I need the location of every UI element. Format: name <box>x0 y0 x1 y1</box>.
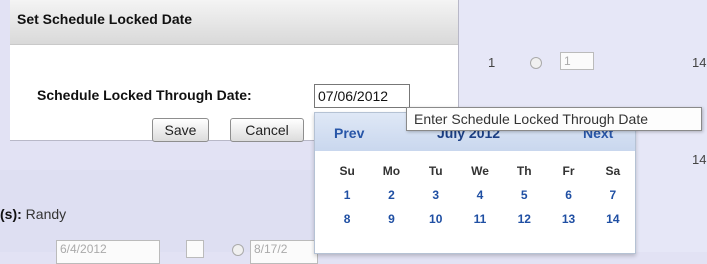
weekday-monday: Mo <box>382 164 401 178</box>
calendar-prev-link[interactable]: Prev <box>334 125 364 141</box>
owners-label-key: (s): <box>0 206 22 222</box>
row-radio[interactable] <box>530 57 542 69</box>
calendar-week-row: 8 9 10 11 12 13 14 <box>325 207 635 231</box>
weekday-header-row: Su Mo Tu We Th Fr Sa <box>325 159 635 183</box>
bottom-radio[interactable] <box>232 244 244 256</box>
row2-right-value: 14 <box>692 152 707 167</box>
row-right-value: 14 <box>692 55 707 70</box>
calendar-day[interactable]: 7 <box>591 183 635 207</box>
weekday-saturday: Sa <box>605 164 621 178</box>
calendar-day[interactable]: 5 <box>502 183 546 207</box>
calendar-day[interactable]: 10 <box>414 207 458 231</box>
dialog-title: Set Schedule Locked Date <box>17 11 193 27</box>
weekday-sunday: Su <box>339 164 355 178</box>
calendar-day[interactable]: 6 <box>546 183 590 207</box>
calendar-day[interactable]: 1 <box>325 183 369 207</box>
bottom-checkbox[interactable] <box>186 240 204 258</box>
calendar-day[interactable]: 2 <box>369 183 413 207</box>
calendar-day[interactable]: 14 <box>591 207 635 231</box>
calendar-day[interactable]: 3 <box>414 183 458 207</box>
bottom-date-field-2[interactable]: 8/17/2 <box>250 240 318 264</box>
owners-label: (s): Randy <box>0 206 66 222</box>
owners-value: Randy <box>25 206 67 222</box>
calendar-grid: Su Mo Tu We Th Fr Sa 1 2 3 4 5 6 7 8 9 1… <box>325 159 635 231</box>
weekday-tuesday: Tu <box>428 164 443 178</box>
calendar-day[interactable]: 11 <box>458 207 502 231</box>
row-input[interactable]: 1 <box>560 52 594 70</box>
calendar-day[interactable]: 4 <box>458 183 502 207</box>
bottom-date-field-1[interactable]: 6/4/2012 <box>56 240 160 264</box>
save-button[interactable]: Save <box>152 118 209 142</box>
weekday-thursday: Th <box>516 164 532 178</box>
locked-date-input[interactable] <box>314 84 410 108</box>
weekday-wednesday: We <box>471 164 489 178</box>
calendar-day[interactable]: 13 <box>546 207 590 231</box>
calendar-day[interactable]: 9 <box>369 207 413 231</box>
calendar-day[interactable]: 8 <box>325 207 369 231</box>
dialog-header: Set Schedule Locked Date <box>10 0 458 45</box>
weekday-friday: Fr <box>562 164 575 178</box>
locked-date-label: Schedule Locked Through Date: <box>37 87 252 103</box>
date-field-tooltip: Enter Schedule Locked Through Date <box>406 107 702 131</box>
calendar-week-row: 1 2 3 4 5 6 7 <box>325 183 635 207</box>
calendar-day[interactable]: 12 <box>502 207 546 231</box>
row-number: 1 <box>488 55 496 70</box>
date-picker-calendar: Prev July 2012 Next Su Mo Tu We Th Fr Sa… <box>314 112 636 254</box>
cancel-button[interactable]: Cancel <box>230 118 304 142</box>
